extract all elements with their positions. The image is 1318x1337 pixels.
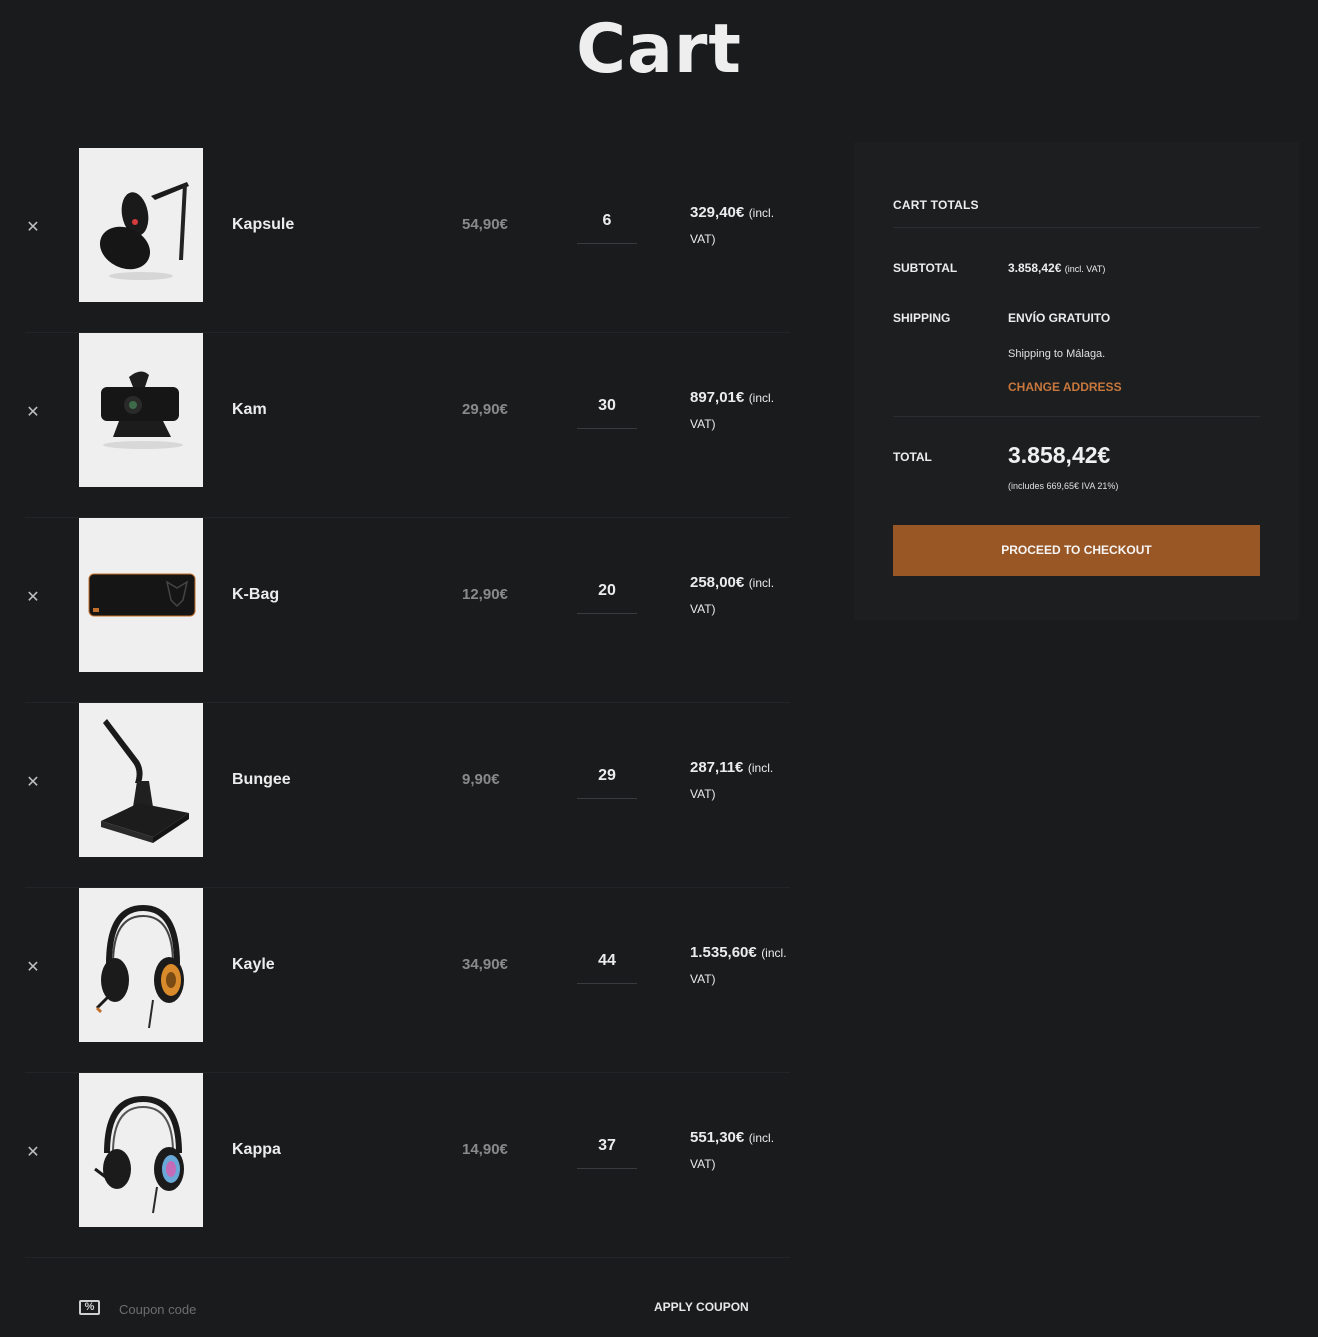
shipping-destination: Shipping to Málaga. <box>1008 348 1106 360</box>
divider <box>893 227 1260 228</box>
product-name[interactable]: Kam <box>232 401 267 419</box>
subtotal-vat: (incl. VAT) <box>1064 264 1106 274</box>
quantity-input[interactable]: 44 <box>577 938 637 984</box>
line-subtotal: 329,40€ (incl. VAT) <box>690 200 790 252</box>
product-price: 29,90€ <box>462 401 508 418</box>
line-subtotal: 551,30€ (incl. VAT) <box>690 1125 790 1177</box>
line-subtotal: 1.535,60€ (incl. VAT) <box>690 940 790 992</box>
line-subtotal-amount: 287,11€ <box>690 759 744 776</box>
total-amount: 3.858,42€ <box>1008 442 1111 468</box>
cart-items-list: ✕ Kapsule 54,90€ 6 329,40€ (incl. VAT) ✕… <box>25 148 790 1258</box>
remove-item-button[interactable]: ✕ <box>25 960 41 976</box>
product-thumbnail[interactable] <box>79 518 203 672</box>
line-subtotal: 258,00€ (incl. VAT) <box>690 570 790 622</box>
tax-note: (includes 669,65€ IVA 21%) <box>1008 481 1119 491</box>
line-subtotal-amount: 551,30€ <box>690 1129 745 1146</box>
quantity-input[interactable]: 29 <box>577 753 637 799</box>
line-subtotal: 897,01€ (incl. VAT) <box>690 385 790 437</box>
microphone-icon <box>79 148 203 302</box>
product-thumbnail[interactable] <box>79 333 203 487</box>
quantity-input[interactable]: 37 <box>577 1123 637 1169</box>
mouse-bungee-icon <box>79 703 203 857</box>
product-thumbnail[interactable] <box>79 148 203 302</box>
change-address-link[interactable]: CHANGE ADDRESS <box>1008 380 1122 394</box>
product-price: 14,90€ <box>462 1141 508 1158</box>
webcam-icon <box>79 333 203 487</box>
subtotal-value: 3.858,42€ (incl. VAT) <box>1008 261 1105 275</box>
line-subtotal-amount: 1.535,60€ <box>690 944 757 961</box>
remove-item-button[interactable]: ✕ <box>25 775 41 791</box>
quantity-input[interactable]: 30 <box>577 383 637 429</box>
remove-item-button[interactable]: ✕ <box>25 590 41 606</box>
cart-row: ✕ Kapsule 54,90€ 6 329,40€ (incl. VAT) <box>25 148 790 333</box>
coupon-icon: % <box>79 1300 100 1315</box>
remove-item-button[interactable]: ✕ <box>25 220 41 236</box>
product-thumbnail[interactable] <box>79 888 203 1042</box>
product-name[interactable]: Kayle <box>232 956 275 974</box>
product-price: 9,90€ <box>462 771 500 788</box>
product-thumbnail[interactable] <box>79 703 203 857</box>
cart-row: ✕ Bungee 9,90€ 29 287,11€ (incl. VAT) <box>25 703 790 888</box>
subtotal-label: SUBTOTAL <box>893 261 958 275</box>
shipping-label: SHIPPING <box>893 311 951 325</box>
product-price: 54,90€ <box>462 216 508 233</box>
product-thumbnail[interactable] <box>79 1073 203 1227</box>
line-subtotal-amount: 329,40€ <box>690 204 745 221</box>
cart-row: ✕ Kam 29,90€ 30 897,01€ (incl. VAT) <box>25 333 790 518</box>
line-subtotal-amount: 897,01€ <box>690 389 745 406</box>
cart-row: ✕ Kayle 34,90€ 44 1.535,60€ (incl. VAT) <box>25 888 790 1073</box>
quantity-input[interactable]: 20 <box>577 568 637 614</box>
apply-coupon-button[interactable]: APPLY COUPON <box>654 1300 749 1314</box>
product-name[interactable]: Bungee <box>232 771 291 789</box>
line-subtotal-amount: 258,00€ <box>690 574 745 591</box>
product-price: 34,90€ <box>462 956 508 973</box>
cart-totals-panel: CART TOTALS SUBTOTAL 3.858,42€ (incl. VA… <box>854 142 1299 620</box>
remove-item-button[interactable]: ✕ <box>25 405 41 421</box>
mousepad-icon <box>79 518 203 672</box>
shipping-method: ENVÍO GRATUITO <box>1008 311 1111 325</box>
cart-page: Cart ✕ Kapsule 54,90€ 6 329,40€ (incl. V… <box>0 0 1318 1337</box>
headset-icon <box>79 1073 203 1227</box>
product-name[interactable]: K-Bag <box>232 586 279 604</box>
coupon-code-input[interactable] <box>119 1298 419 1320</box>
divider <box>893 416 1260 417</box>
remove-item-button[interactable]: ✕ <box>25 1145 41 1161</box>
quantity-input[interactable]: 6 <box>577 198 637 244</box>
cart-row: ✕ Kappa 14,90€ 37 551,30€ (incl. VAT) <box>25 1073 790 1258</box>
cart-row: ✕ K-Bag 12,90€ 20 258,00€ (incl. VAT) <box>25 518 790 703</box>
line-subtotal: 287,11€ (incl. VAT) <box>690 755 790 807</box>
proceed-to-checkout-button[interactable]: PROCEED TO CHECKOUT <box>893 525 1260 576</box>
total-label: TOTAL <box>893 450 932 464</box>
product-name[interactable]: Kappa <box>232 1141 281 1159</box>
product-name[interactable]: Kapsule <box>232 216 294 234</box>
product-price: 12,90€ <box>462 586 508 603</box>
cart-totals-title: CART TOTALS <box>893 198 979 212</box>
page-title: Cart <box>576 10 742 89</box>
subtotal-amount: 3.858,42€ <box>1008 261 1062 275</box>
headset-icon <box>79 888 203 1042</box>
